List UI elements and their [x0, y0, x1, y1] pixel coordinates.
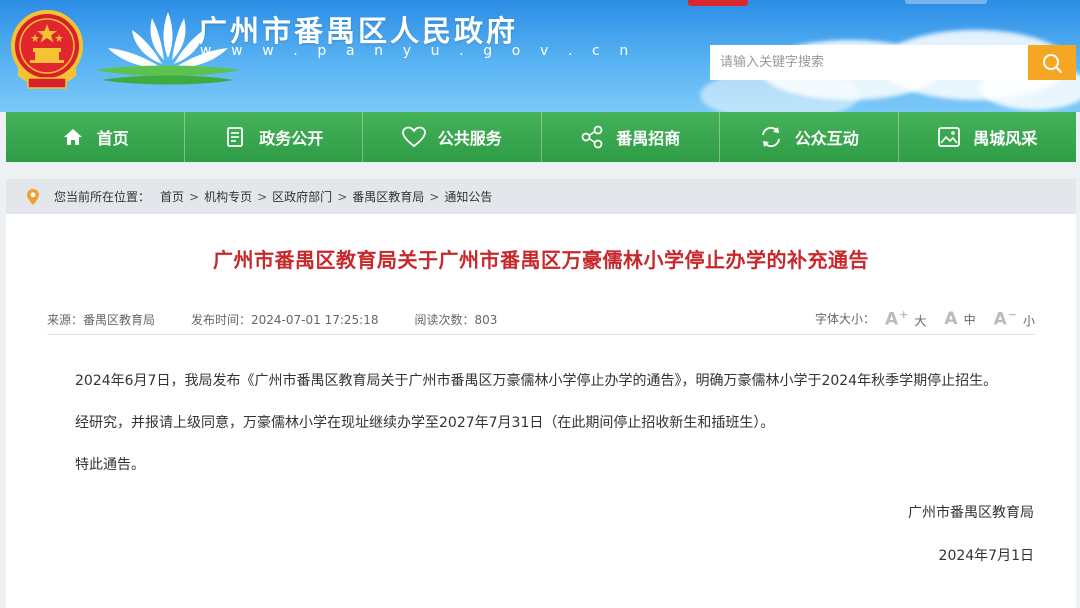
nav-item-interaction[interactable]: 公众互动: [720, 112, 899, 162]
article-body: 2024年6月7日，我局发布《广州市番禺区教育局关于广州市番禺区万豪儒林小学停止…: [75, 371, 1035, 497]
nav-item-label: 政务公开: [259, 129, 324, 148]
heart-icon: [401, 125, 426, 149]
font-size-label: 字体大小：: [814, 312, 875, 327]
font-size-medium-button[interactable]: A 中: [944, 309, 975, 329]
breadcrumb-item-home[interactable]: 首页: [160, 188, 184, 205]
breadcrumb-prefix: 您当前所在位置：: [54, 190, 151, 204]
article-title: 广州市番禺区教育局关于广州市番禺区万豪儒林小学停止办学的补充通告: [213, 248, 869, 272]
breadcrumb-item-notices[interactable]: 通知公告: [444, 188, 492, 205]
document-icon: [223, 125, 247, 149]
font-size-medium-label: 中: [963, 312, 976, 327]
refresh-icon: [759, 125, 783, 149]
font-size-small-label: 小: [1022, 313, 1035, 328]
article-signature: 广州市番禺区教育局: [908, 505, 1034, 521]
article-publish-time: 发布时间：2024-07-01 17:25:18: [191, 312, 379, 327]
nav-item-label: 公众互动: [794, 129, 859, 148]
search-input[interactable]: [710, 45, 1028, 80]
breadcrumb-item-org[interactable]: 机构专页: [204, 188, 252, 205]
nav-item-home[interactable]: 首页: [6, 112, 185, 162]
top-red-tab[interactable]: [688, 0, 748, 6]
font-increase-icon: A+: [885, 308, 909, 330]
article-source: 来源：番禺区教育局: [47, 312, 156, 327]
search-button[interactable]: [1028, 45, 1076, 80]
top-link-tab[interactable]: [905, 0, 987, 4]
font-size-control: 字体大小： A+ 大 A 中 A− 小: [815, 308, 1035, 330]
nav-item-public-service[interactable]: 公共服务: [363, 112, 542, 162]
font-size-large-label: 大: [914, 313, 927, 328]
nav-item-label: 番禺招商: [616, 129, 681, 148]
article-meta: 来源：番禺区教育局 发布时间：2024-07-01 17:25:18 阅读次数：…: [47, 308, 1035, 330]
search-icon: [1043, 53, 1063, 73]
site-url: w w w . p a n y u . g o v . c n: [200, 43, 636, 59]
nav-item-gov-affairs[interactable]: 政务公开: [185, 112, 363, 162]
location-pin-icon: [26, 188, 40, 206]
nav-item-label: 公共服务: [437, 129, 502, 148]
font-size-large-button[interactable]: A+ 大: [885, 308, 926, 330]
font-size-small-button[interactable]: A− 小: [994, 308, 1035, 330]
font-normal-icon: A: [944, 308, 958, 329]
article-card: 广州市番禺区教育局关于广州市番禺区万豪儒林小学停止办学的补充通告 来源：番禺区教…: [6, 214, 1076, 608]
font-decrease-icon: A−: [993, 308, 1017, 330]
article-paragraph: 特此通告。: [75, 457, 145, 473]
article-paragraph: 2024年6月7日，我局发布《广州市番禺区教育局关于广州市番禺区万豪儒林小学停止…: [75, 373, 998, 389]
nav-item-label: 首页: [96, 129, 129, 148]
breadcrumb-separator: >: [429, 189, 440, 204]
breadcrumb-item-education-bureau[interactable]: 番禺区教育局: [352, 188, 424, 205]
main-nav: 首页 政务公开 公共服务 番禺招商 公众互动 禺城风采: [6, 112, 1076, 162]
nav-item-city-gallery[interactable]: 禺城风采: [899, 112, 1077, 162]
meta-divider: [47, 334, 1035, 335]
breadcrumb-separator: >: [257, 189, 268, 204]
breadcrumb: 您当前所在位置： 首页 > 机构专页 > 区政府部门 > 番禺区教育局 > 通知…: [6, 179, 1076, 214]
breadcrumb-separator: >: [337, 189, 348, 204]
breadcrumb-item-departments[interactable]: 区政府部门: [272, 188, 332, 205]
article-date: 2024年7月1日: [938, 548, 1034, 564]
image-icon: [937, 125, 961, 149]
nav-item-investment[interactable]: 番禺招商: [542, 112, 720, 162]
home-icon: [61, 125, 85, 149]
article-view-count: 阅读次数：803: [414, 312, 498, 327]
nav-item-label: 禺城风采: [973, 129, 1038, 148]
national-emblem-icon: [11, 10, 83, 89]
article-paragraph: 经研究，并报请上级同意，万豪儒林小学在现址继续办学至2027年7月31日（在此期…: [75, 415, 775, 431]
breadcrumb-separator: >: [189, 189, 200, 204]
site-header: 广州市番禺区人民政府 w w w . p a n y u . g o v . c…: [0, 0, 1080, 112]
share-nodes-icon: [580, 125, 604, 149]
